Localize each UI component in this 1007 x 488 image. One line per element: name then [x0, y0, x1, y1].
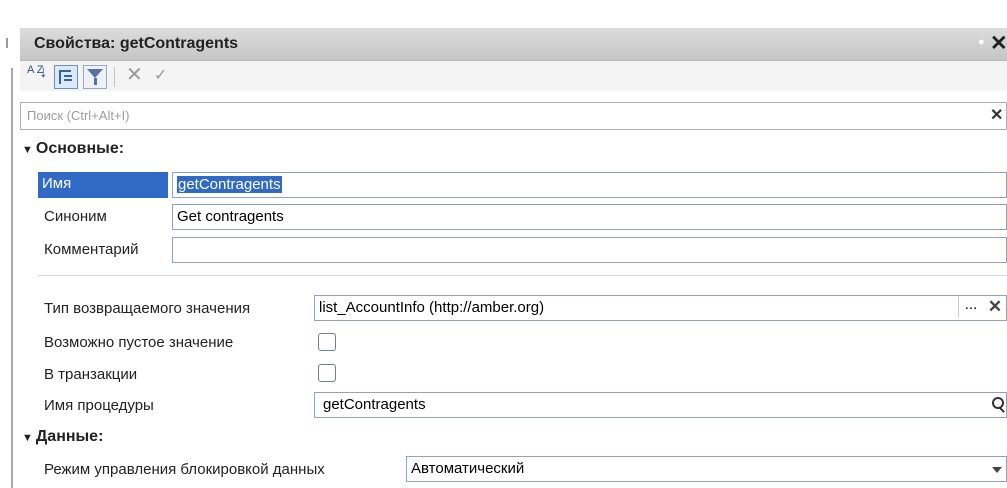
return-type-buttons: ... ✕	[314, 295, 1007, 321]
procedure-name-value: getContragents	[323, 396, 426, 413]
collapse-triangle-icon: ▼	[22, 432, 33, 444]
filter-icon[interactable]	[83, 65, 107, 89]
synonym-label: Синоним	[44, 208, 107, 225]
lock-mode-select[interactable]: Автоматический	[406, 456, 1007, 482]
transaction-checkbox[interactable]	[318, 364, 336, 382]
properties-panel: Свойства: getContragents ● ✕ A Z ↓ ✕ ✓ ✕…	[20, 28, 1007, 488]
nullable-label: Возможно пустое значение	[44, 334, 234, 351]
group-data-label: Данные:	[35, 428, 104, 445]
pane-tick	[6, 38, 8, 48]
search-box: ✕	[20, 102, 1007, 130]
nullable-checkbox[interactable]	[318, 333, 336, 351]
synonym-field[interactable]: Get contragents	[172, 204, 1007, 230]
toolbar: A Z ↓ ✕ ✓	[20, 61, 1007, 91]
name-value: getContragents	[177, 176, 282, 193]
transaction-label: В транзакции	[44, 366, 138, 383]
return-type-label: Тип возвращаемого значения	[44, 300, 251, 317]
sort-alphabetical-icon[interactable]: A Z ↓	[27, 63, 49, 87]
chevron-down-icon[interactable]	[988, 458, 1006, 480]
close-icon[interactable]: ✕	[990, 31, 1007, 56]
window-title: Свойства: getContragents	[34, 35, 239, 52]
pin-icon[interactable]: ●	[978, 36, 985, 48]
toolbar-separator	[114, 67, 115, 87]
search-icon[interactable]	[988, 394, 1006, 416]
clear-type-icon[interactable]: ✕	[985, 295, 1005, 319]
lock-mode-value: Автоматический	[411, 460, 525, 477]
property-row-name-label[interactable]: Имя	[38, 172, 168, 198]
check-icon[interactable]: ✓	[154, 65, 176, 87]
group-header-data[interactable]: ▼ Данные:	[22, 428, 103, 446]
procedure-name-label: Имя процедуры	[44, 397, 154, 414]
cancel-icon[interactable]: ✕	[126, 65, 148, 87]
group-main-label: Основные:	[35, 140, 125, 157]
name-field[interactable]: getContragents	[172, 172, 1007, 198]
search-input[interactable]	[21, 103, 983, 127]
comment-label: Комментарий	[44, 241, 139, 258]
splitter-line[interactable]	[11, 68, 13, 488]
search-clear-icon[interactable]: ✕	[990, 105, 1003, 125]
comment-field[interactable]	[172, 237, 1007, 263]
lock-mode-label: Режим управления блокировкой данных	[44, 461, 325, 478]
group-header-main[interactable]: ▼ Основные:	[22, 140, 124, 158]
left-pane-edge	[0, 0, 14, 488]
title-bar: Свойства: getContragents ● ✕	[20, 28, 1007, 61]
synonym-value: Get contragents	[177, 208, 284, 225]
select-type-button[interactable]: ...	[958, 296, 983, 318]
collapse-triangle-icon: ▼	[22, 144, 33, 156]
section-divider	[38, 275, 1007, 276]
name-label: Имя	[42, 175, 72, 192]
categorized-view-icon[interactable]	[54, 65, 78, 89]
procedure-name-field[interactable]: getContragents	[314, 392, 1007, 418]
